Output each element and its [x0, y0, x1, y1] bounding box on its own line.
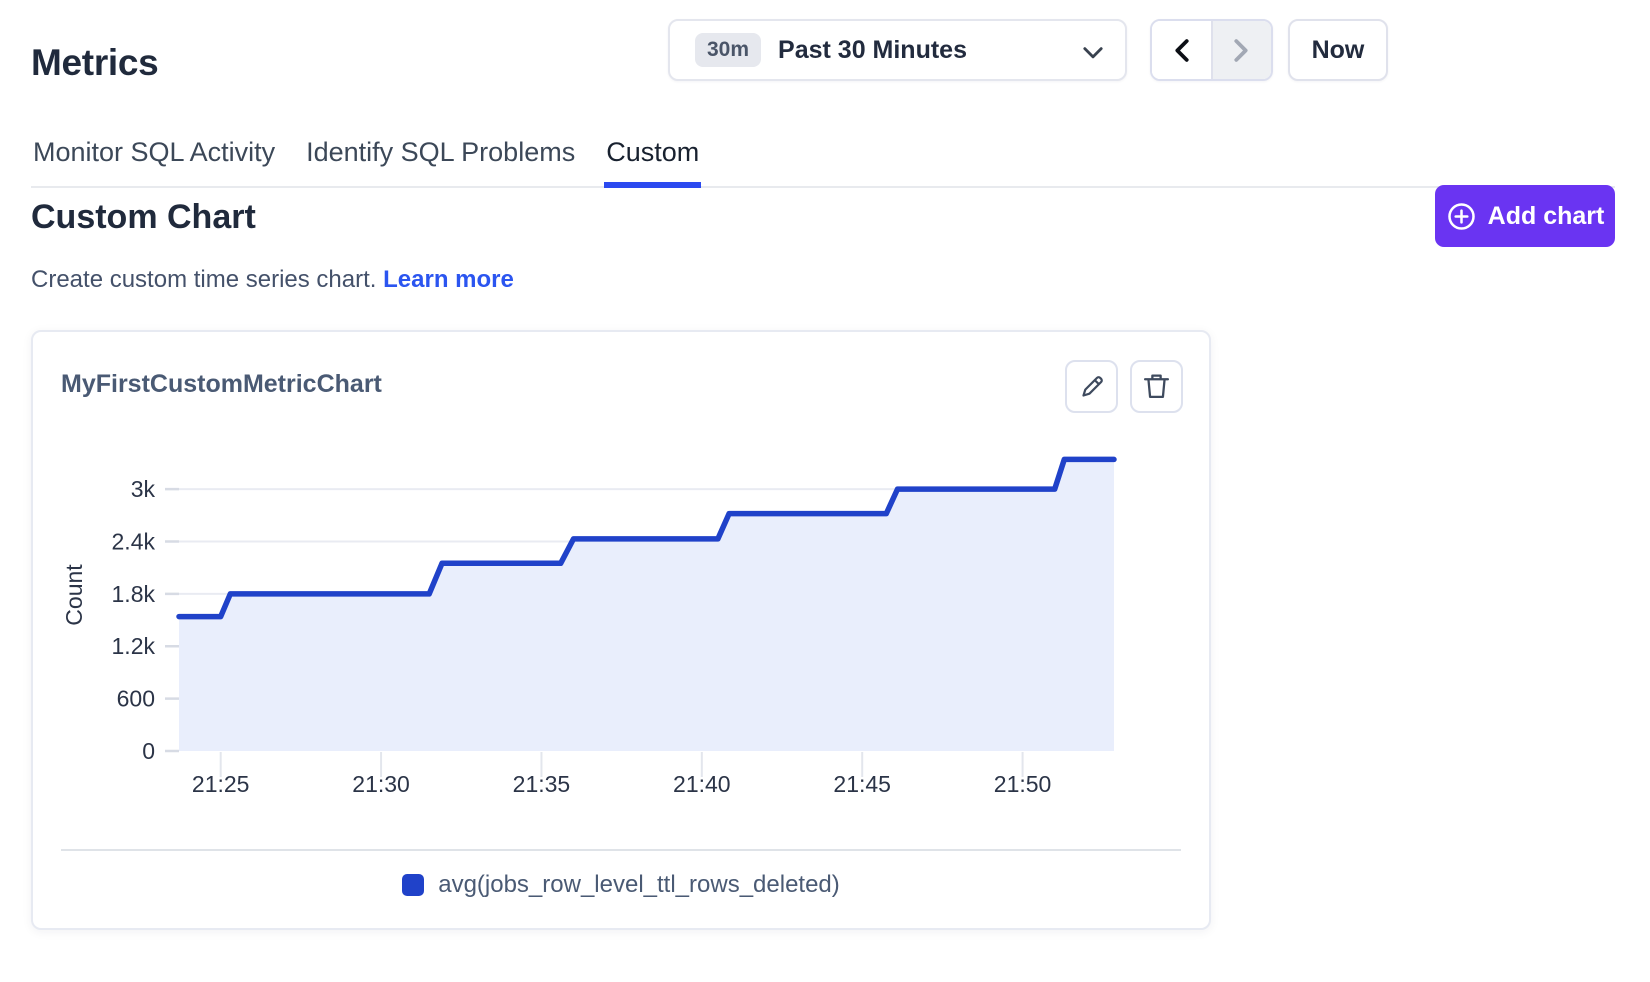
- pencil-icon: [1078, 373, 1106, 401]
- edit-chart-button[interactable]: [1065, 360, 1118, 413]
- svg-text:21:35: 21:35: [513, 771, 571, 797]
- svg-text:0: 0: [142, 738, 155, 764]
- subtitle-text: Create custom time series chart.: [31, 266, 376, 293]
- svg-text:21:25: 21:25: [192, 771, 250, 797]
- learn-more-link[interactable]: Learn more: [383, 266, 514, 293]
- add-chart-label: Add chart: [1488, 202, 1605, 231]
- page-title: Metrics: [31, 42, 158, 84]
- plus-circle-icon: [1446, 201, 1477, 232]
- now-button[interactable]: Now: [1288, 19, 1388, 81]
- svg-text:21:45: 21:45: [833, 771, 891, 797]
- custom-chart-card: MyFirstCustomMetricChart 0 600 1.2k 1.8k 2.4…: [31, 330, 1211, 930]
- chevron-left-icon: [1174, 39, 1189, 62]
- tab-bar: Monitor SQL Activity Identify SQL Proble…: [31, 134, 1615, 188]
- time-back-button[interactable]: [1152, 21, 1211, 79]
- time-range-selector[interactable]: 30m Past 30 Minutes: [668, 19, 1127, 81]
- svg-text:1.2k: 1.2k: [112, 633, 156, 659]
- chevron-down-icon: [1083, 47, 1103, 59]
- svg-text:21:50: 21:50: [994, 771, 1052, 797]
- trash-icon: [1143, 372, 1170, 401]
- time-range-label: Past 30 Minutes: [778, 36, 967, 65]
- legend-swatch: [402, 874, 424, 896]
- tab-monitor-sql-activity[interactable]: Monitor SQL Activity: [31, 134, 277, 186]
- delete-chart-button[interactable]: [1130, 360, 1183, 413]
- svg-text:2.4k: 2.4k: [112, 528, 156, 554]
- chevron-right-icon: [1234, 39, 1249, 62]
- svg-text:600: 600: [117, 686, 155, 712]
- svg-text:3k: 3k: [131, 476, 156, 502]
- chart-card-title: MyFirstCustomMetricChart: [61, 370, 382, 399]
- time-forward-button[interactable]: [1211, 21, 1272, 79]
- section-title: Custom Chart: [31, 198, 256, 237]
- svg-text:21:30: 21:30: [352, 771, 410, 797]
- time-range-badge: 30m: [695, 33, 761, 67]
- metric-chart: 0 600 1.2k 1.8k 2.4k 3k 21:25 21:30 21:35 21:40 21…: [33, 412, 1213, 812]
- section-subtitle: Create custom time series chart. Learn m…: [31, 266, 514, 294]
- legend-divider: [61, 849, 1181, 851]
- tab-custom[interactable]: Custom: [604, 134, 701, 186]
- time-nav: [1150, 19, 1273, 81]
- tab-identify-sql-problems[interactable]: Identify SQL Problems: [304, 134, 577, 186]
- chart-legend[interactable]: avg(jobs_row_level_ttl_rows_deleted): [33, 863, 1209, 907]
- add-chart-button[interactable]: Add chart: [1435, 185, 1615, 247]
- svg-text:21:40: 21:40: [673, 771, 731, 797]
- svg-text:1.8k: 1.8k: [112, 581, 156, 607]
- legend-label: avg(jobs_row_level_ttl_rows_deleted): [438, 871, 840, 899]
- metrics-page: Metrics 30m Past 30 Minutes Now Monitor …: [0, 0, 1650, 982]
- svg-text:Count: Count: [61, 564, 87, 626]
